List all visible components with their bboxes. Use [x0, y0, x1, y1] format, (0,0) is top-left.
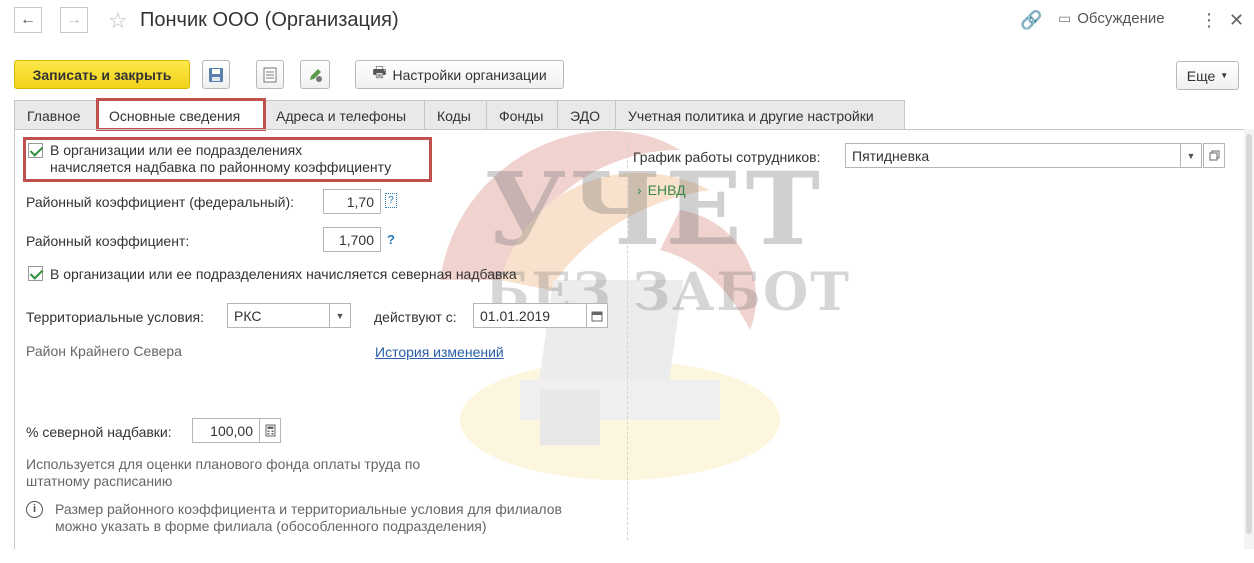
- tab-funds[interactable]: Фонды: [486, 100, 558, 130]
- page-title: Пончик ООО (Организация): [140, 9, 399, 31]
- valid-from-label: действуют с:: [374, 309, 457, 325]
- tab-accounting-policy[interactable]: Учетная политика и другие настройки: [615, 100, 905, 130]
- tab-addresses[interactable]: Адреса и телефоны: [263, 100, 425, 130]
- dropdown-arrow-icon: ▼: [1186, 150, 1196, 161]
- tab-bar: Главное Основные сведения Адреса и телеф…: [14, 100, 905, 130]
- link-icon[interactable]: 🔗: [1020, 10, 1042, 31]
- printer-icon: 🖶: [372, 64, 387, 81]
- calculator-button[interactable]: [259, 418, 281, 443]
- tab-codes[interactable]: Коды: [424, 100, 487, 130]
- valid-from-field[interactable]: 01.01.2019: [473, 303, 587, 328]
- pencil-icon: [310, 68, 322, 82]
- arrow-left-icon: ←: [20, 11, 36, 28]
- envd-section[interactable]: › ЕНВД: [637, 182, 686, 198]
- forward-button[interactable]: →: [60, 7, 88, 33]
- org-settings-button[interactable]: 🖶 Настройки организации: [355, 60, 564, 89]
- northern-allowance-label: В организации или ее подразделениях начи…: [50, 266, 517, 282]
- schedule-label: График работы сотрудников:: [633, 149, 821, 165]
- history-link[interactable]: История изменений: [375, 344, 504, 360]
- territory-description: Район Крайнего Севера: [26, 343, 182, 359]
- dropdown-arrow-icon: ▼: [1220, 71, 1229, 80]
- calendar-icon: [591, 311, 603, 321]
- northern-pct-field[interactable]: 100,00: [192, 418, 260, 443]
- territorial-dropdown[interactable]: ▼: [329, 303, 351, 328]
- arrow-right-icon: →: [66, 11, 82, 28]
- document-icon: [263, 67, 277, 82]
- chevron-right-icon: ›: [637, 182, 642, 198]
- territorial-label: Территориальные условия:: [26, 309, 204, 325]
- floppy-disk-icon: [209, 67, 223, 82]
- coef-field[interactable]: 1,700: [323, 227, 381, 252]
- favorite-star-icon[interactable]: ☆: [108, 8, 128, 34]
- info-icon: i: [26, 501, 43, 518]
- column-divider: [627, 140, 628, 540]
- info-text-2: можно указать в форме филиала (обособлен…: [55, 518, 487, 534]
- open-window-icon: [1209, 150, 1219, 161]
- coef-label: Районный коэффициент:: [26, 233, 190, 249]
- help-question-icon[interactable]: ?: [387, 232, 395, 247]
- schedule-field[interactable]: Пятидневка: [845, 143, 1181, 168]
- info-text-1: Размер районного коэффициента и территор…: [55, 501, 562, 517]
- northern-allowance-checkbox[interactable]: [28, 266, 43, 281]
- district-coef-label-1: В организации или ее подразделениях: [50, 142, 303, 158]
- coef-federal-field[interactable]: 1,70: [323, 189, 381, 214]
- hint-text-1: Используется для оценки планового фонда …: [26, 456, 421, 472]
- district-coef-label-2: начисляется надбавка по районному коэффи…: [50, 159, 392, 175]
- more-menu-button[interactable]: Еще ▼: [1176, 61, 1239, 90]
- discussion-button[interactable]: ▭ Обсуждение: [1058, 10, 1165, 27]
- schedule-dropdown[interactable]: ▼: [1180, 143, 1202, 168]
- tab-edo[interactable]: ЭДО: [557, 100, 616, 130]
- northern-pct-label: % северной надбавки:: [26, 424, 172, 440]
- calendar-button[interactable]: [586, 303, 608, 328]
- close-icon[interactable]: ✕: [1229, 10, 1244, 31]
- org-settings-label: Настройки организации: [392, 66, 547, 83]
- district-coef-checkbox[interactable]: [28, 143, 43, 158]
- more-vert-icon[interactable]: ⋮: [1200, 10, 1218, 31]
- tab-main[interactable]: Главное: [14, 100, 97, 130]
- discussion-label: Обсуждение: [1077, 10, 1165, 27]
- calculator-icon: [265, 424, 275, 437]
- envd-label: ЕНВД: [647, 182, 686, 198]
- back-button[interactable]: ←: [14, 7, 42, 33]
- schedule-open-button[interactable]: [1203, 143, 1225, 168]
- more-label: Еще: [1186, 67, 1216, 84]
- help-info-icon[interactable]: ?: [385, 193, 397, 208]
- scrollbar-thumb[interactable]: [1246, 134, 1252, 534]
- content-panel: [14, 129, 1254, 549]
- coef-federal-label: Районный коэффициент (федеральный):: [26, 194, 295, 210]
- save-and-close-button[interactable]: Записать и закрыть: [14, 60, 190, 89]
- territorial-field[interactable]: РКС: [227, 303, 330, 328]
- save-button[interactable]: [202, 60, 230, 89]
- hint-text-2: штатному расписанию: [26, 473, 173, 489]
- document-button[interactable]: [256, 60, 284, 89]
- dropdown-arrow-icon: ▼: [335, 310, 345, 321]
- tab-basic-info[interactable]: Основные сведения: [96, 100, 264, 130]
- edit-button[interactable]: [300, 60, 330, 89]
- chat-icon: ▭: [1058, 10, 1072, 26]
